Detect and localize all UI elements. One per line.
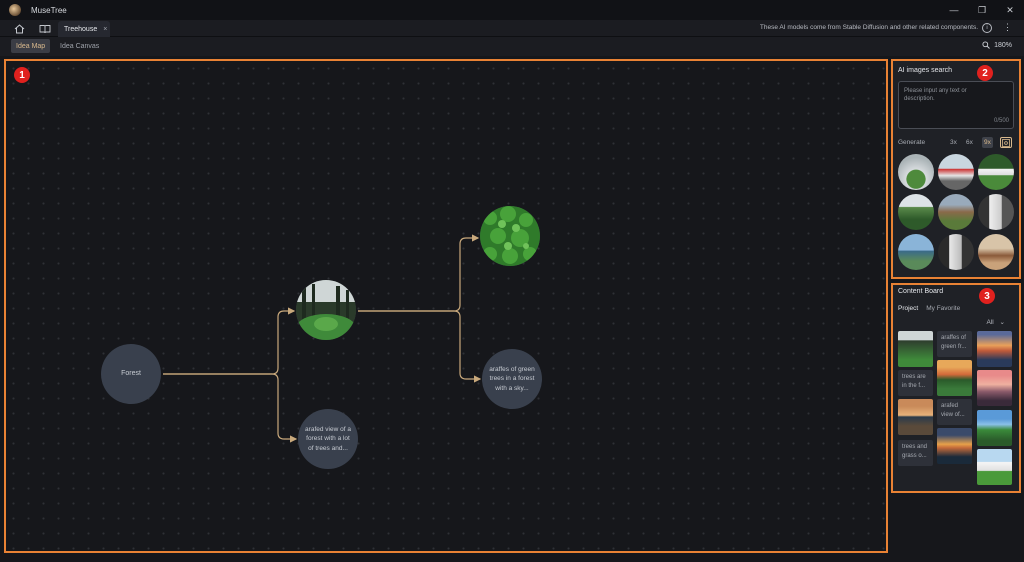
content-board-title: Content Board bbox=[898, 288, 944, 295]
ai-result-thumbnail[interactable] bbox=[898, 234, 934, 270]
content-text-tile[interactable]: araffes of green fr... bbox=[937, 331, 972, 357]
node-image-forest[interactable] bbox=[296, 280, 356, 340]
search-placeholder: Please input any text or description. bbox=[904, 88, 967, 103]
ai-result-thumbnail[interactable] bbox=[978, 194, 1014, 230]
content-image-tile[interactable] bbox=[898, 331, 933, 367]
info-icon[interactable]: i bbox=[982, 23, 992, 33]
more-options-icon[interactable]: ⋮ bbox=[1003, 22, 1012, 33]
ai-result-thumbnail[interactable] bbox=[938, 194, 974, 230]
close-window-button[interactable]: ✕ bbox=[996, 0, 1024, 20]
restore-button[interactable]: ❐ bbox=[968, 0, 996, 20]
content-image-tile[interactable] bbox=[937, 360, 972, 396]
app-title: MuseTree bbox=[31, 5, 67, 15]
connector-image-to-forest bbox=[358, 234, 480, 312]
tab-my-favorite[interactable]: My Favorite bbox=[926, 305, 960, 312]
tab-close-icon[interactable]: × bbox=[103, 26, 107, 33]
connector-root-to-text bbox=[163, 373, 298, 443]
generate-3x-option[interactable]: 3x bbox=[950, 137, 957, 148]
chevron-down-icon: ⌄ bbox=[999, 319, 1005, 326]
node-image-aerial-forest[interactable] bbox=[480, 206, 540, 266]
annotation-badge-3: 3 bbox=[979, 288, 995, 304]
content-image-tile[interactable] bbox=[977, 449, 1012, 485]
connector-root-to-image bbox=[163, 307, 296, 375]
content-text-tile[interactable]: arafed view of... bbox=[937, 399, 972, 425]
forest-path-image bbox=[296, 280, 356, 340]
filter-value: All bbox=[986, 319, 994, 326]
char-counter: 0/500 bbox=[993, 118, 1009, 124]
tab-idea-canvas[interactable]: Idea Canvas bbox=[55, 39, 104, 53]
search-input[interactable]: Please input any text or description. 0/… bbox=[898, 81, 1014, 129]
book-icon[interactable] bbox=[39, 23, 51, 34]
node-root[interactable]: Forest bbox=[101, 344, 161, 404]
ai-images-search-panel: 2 AI images search Please input any text… bbox=[891, 59, 1021, 279]
content-image-tile[interactable] bbox=[977, 410, 1012, 446]
connector-image-to-text bbox=[358, 310, 482, 383]
tab-project[interactable]: Project bbox=[898, 305, 918, 312]
title-bar: MuseTree — ❐ ✕ bbox=[0, 0, 1024, 20]
generate-6x-option[interactable]: 6x bbox=[966, 137, 973, 148]
ai-result-thumbnail[interactable] bbox=[898, 154, 934, 190]
annotation-badge-2: 2 bbox=[977, 65, 993, 81]
ai-result-thumbnail[interactable] bbox=[898, 194, 934, 230]
content-image-tile[interactable] bbox=[977, 370, 1012, 406]
content-board-tabs: Project My Favorite bbox=[898, 305, 960, 312]
node-text-green-trees[interactable]: araffes of green trees in a forest with … bbox=[482, 349, 542, 409]
tab-treehouse[interactable]: Treehouse × bbox=[58, 21, 110, 37]
mode-bar: Idea Map Idea Canvas 180% bbox=[0, 37, 1024, 56]
node-connectors bbox=[163, 234, 482, 443]
tab-label: Treehouse bbox=[64, 25, 98, 33]
zoom-control[interactable]: 180% bbox=[982, 41, 1012, 49]
tab-bar: Treehouse × These AI models come from St… bbox=[0, 20, 1024, 37]
content-board-panel: 3 Content Board Project My Favorite All … bbox=[891, 283, 1021, 493]
generate-label[interactable]: Generate bbox=[898, 139, 925, 146]
window-controls: — ❐ ✕ bbox=[940, 0, 1024, 20]
ai-result-thumbnail[interactable] bbox=[978, 154, 1014, 190]
idea-map-canvas[interactable]: 1 Forest arafed view of a forest with a … bbox=[4, 59, 888, 553]
minimize-button[interactable]: — bbox=[940, 0, 968, 20]
musetree-logo-icon bbox=[9, 4, 21, 16]
aerial-forest-image bbox=[480, 206, 540, 266]
zoom-level: 180% bbox=[994, 41, 1012, 49]
tab-idea-map[interactable]: Idea Map bbox=[11, 39, 51, 53]
ai-search-title: AI images search bbox=[898, 67, 953, 74]
model-notice: These AI models come from Stable Diffusi… bbox=[759, 24, 978, 31]
image-search-icon[interactable] bbox=[1000, 137, 1012, 148]
generate-9x-option[interactable]: 9x bbox=[982, 137, 993, 148]
ai-result-thumbnail[interactable] bbox=[938, 234, 974, 270]
content-text-tile[interactable]: trees are in the f... bbox=[898, 370, 933, 396]
home-icon[interactable] bbox=[13, 23, 25, 34]
content-image-tile[interactable] bbox=[977, 331, 1012, 367]
zoom-icon bbox=[982, 41, 990, 49]
node-text-forest-view[interactable]: arafed view of a forest with a lot of tr… bbox=[298, 409, 358, 469]
filter-dropdown[interactable]: All ⌄ bbox=[987, 318, 1006, 326]
content-image-tile[interactable] bbox=[937, 428, 972, 464]
generate-row: Generate 3x 6x 9x bbox=[898, 137, 1016, 149]
content-image-tile[interactable] bbox=[898, 399, 933, 435]
ai-result-thumbnail[interactable] bbox=[938, 154, 974, 190]
ai-result-thumbnail[interactable] bbox=[978, 234, 1014, 270]
content-text-tile[interactable]: trees and grass o... bbox=[898, 440, 933, 466]
